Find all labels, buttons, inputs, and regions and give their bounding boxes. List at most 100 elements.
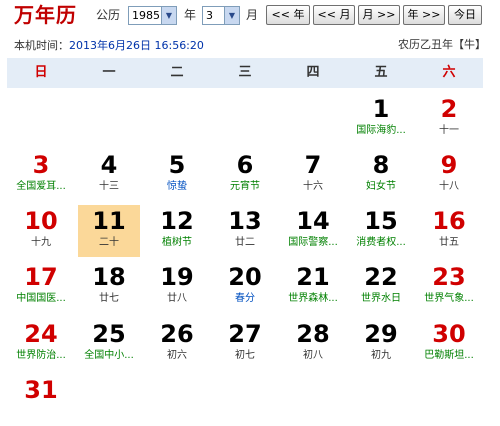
- day-cell[interactable]: 5 惊蛰: [146, 149, 208, 201]
- day-cell[interactable]: 23 世界气象...: [418, 261, 480, 313]
- lunar-date: 廿五: [439, 237, 459, 248]
- day-cell[interactable]: 17 中国国医...: [10, 261, 72, 313]
- festival-label: 国际警察...: [288, 237, 338, 248]
- day-number: 24: [24, 320, 58, 348]
- day-number: 26: [160, 320, 194, 348]
- chevron-down-icon[interactable]: ▼: [161, 7, 176, 24]
- festival-label: 元宵节: [230, 181, 260, 192]
- lunar-date: 十九: [31, 237, 51, 248]
- day-number: 16: [432, 207, 466, 235]
- lunar-date: 初七: [235, 350, 255, 361]
- local-time-label: 本机时间：: [14, 39, 69, 52]
- year-suffix-label: 年: [184, 8, 197, 22]
- lunar-date: 初八: [303, 350, 323, 361]
- day-number: 23: [432, 263, 466, 291]
- day-cell[interactable]: 18 廿七: [78, 261, 140, 313]
- festival-label: 世界水日: [361, 293, 401, 304]
- day-cell[interactable]: 30 巴勒斯坦...: [418, 318, 480, 370]
- day-cell[interactable]: 20 春分: [214, 261, 276, 313]
- lunar-date: 十一: [439, 125, 459, 136]
- day-cell[interactable]: 4 十三: [78, 149, 140, 201]
- day-number: 14: [296, 207, 330, 235]
- lunar-date: 十八: [439, 181, 459, 192]
- local-time-value: 2013年6月26日 16:56:20: [69, 39, 204, 52]
- toolbar: 万年历 公历 1985 ▼ 年 3 ▼ 月 << 年 << 月 月 >> 年 >…: [0, 0, 500, 30]
- day-number: 11: [92, 207, 126, 235]
- lunar-date: 廿七: [99, 293, 119, 304]
- day-number: 8: [372, 151, 390, 179]
- day-cell[interactable]: 8 妇女节: [350, 149, 412, 201]
- day-number: 15: [364, 207, 398, 235]
- day-cell[interactable]: 26 初六: [146, 318, 208, 370]
- day-cell[interactable]: 3 全国爱耳...: [10, 149, 72, 201]
- month-select[interactable]: 3 ▼: [202, 6, 240, 25]
- festival-label: 中国国医...: [16, 293, 66, 304]
- day-cell[interactable]: 29 初九: [350, 318, 412, 370]
- festival-label: 世界气象...: [424, 293, 474, 304]
- day-number: 3: [32, 151, 50, 179]
- lunar-date: 初六: [167, 350, 187, 361]
- day-cell-today[interactable]: 11 二十: [78, 205, 140, 257]
- lunar-date: 廿八: [167, 293, 187, 304]
- day-number: 9: [440, 151, 458, 179]
- day-number: 22: [364, 263, 398, 291]
- festival-label: 植树节: [162, 237, 192, 248]
- weekday-header: 日 一 二 三 四 五 六: [7, 58, 483, 88]
- day-number: 28: [296, 320, 330, 348]
- day-cell[interactable]: 16 廿五: [418, 205, 480, 257]
- day-cell[interactable]: 28 初八: [282, 318, 344, 370]
- next-year-button[interactable]: 年 >>: [403, 5, 445, 25]
- day-cell[interactable]: 1 国际海豹...: [350, 93, 412, 145]
- day-cell[interactable]: 9 十八: [418, 149, 480, 201]
- chevron-down-icon[interactable]: ▼: [224, 7, 239, 24]
- next-month-button[interactable]: 月 >>: [358, 5, 400, 25]
- day-cell[interactable]: 31: [10, 374, 72, 426]
- calendar-type-label: 公历: [96, 8, 121, 22]
- weekday-mon: 一: [102, 65, 116, 80]
- day-cell[interactable]: 21 世界森林...: [282, 261, 344, 313]
- festival-label: 世界森林...: [288, 293, 338, 304]
- day-cell[interactable]: 24 世界防治...: [10, 318, 72, 370]
- solar-term: 春分: [235, 293, 255, 304]
- day-cell[interactable]: 12 植树节: [146, 205, 208, 257]
- day-cell[interactable]: 19 廿八: [146, 261, 208, 313]
- today-button[interactable]: 今日: [448, 5, 482, 25]
- day-number: 19: [160, 263, 194, 291]
- day-cell[interactable]: 6 元宵节: [214, 149, 276, 201]
- year-select[interactable]: 1985 ▼: [128, 6, 177, 25]
- day-cell[interactable]: 22 世界水日: [350, 261, 412, 313]
- lunar-date: 二十: [99, 237, 119, 248]
- prev-month-button[interactable]: << 月: [313, 5, 355, 25]
- solar-term: 惊蛰: [167, 181, 187, 192]
- lunar-date: 初九: [371, 350, 391, 361]
- prev-year-button[interactable]: << 年: [266, 5, 310, 25]
- day-number: 18: [92, 263, 126, 291]
- festival-label: 全国爱耳...: [16, 181, 66, 192]
- day-number: 30: [432, 320, 466, 348]
- day-number: 31: [24, 376, 58, 404]
- lunar-date: 十六: [303, 181, 323, 192]
- day-number: 29: [364, 320, 398, 348]
- weekday-thu: 四: [306, 65, 320, 80]
- app-logo: 万年历: [14, 3, 77, 27]
- festival-label: 妇女节: [366, 181, 396, 192]
- day-cell[interactable]: 10 十九: [10, 205, 72, 257]
- day-number: 7: [304, 151, 322, 179]
- day-number: 17: [24, 263, 58, 291]
- day-cell[interactable]: 27 初七: [214, 318, 276, 370]
- day-cell[interactable]: 2 十一: [418, 93, 480, 145]
- day-cell[interactable]: 13 廿二: [214, 205, 276, 257]
- day-number: 2: [440, 95, 458, 123]
- weekday-sat: 六: [442, 65, 456, 80]
- month-suffix-label: 月: [246, 8, 259, 22]
- day-number: 1: [372, 95, 390, 123]
- day-cell[interactable]: 14 国际警察...: [282, 205, 344, 257]
- day-number: 13: [228, 207, 262, 235]
- day-cell[interactable]: 25 全国中小...: [78, 318, 140, 370]
- day-number: 12: [160, 207, 194, 235]
- festival-label: 世界防治...: [16, 350, 66, 361]
- day-cell[interactable]: 15 消费者权...: [350, 205, 412, 257]
- local-time: 本机时间：2013年6月26日 16:56:20: [14, 39, 204, 53]
- lunar-year: 农历乙丑年【牛】: [398, 38, 486, 51]
- day-cell[interactable]: 7 十六: [282, 149, 344, 201]
